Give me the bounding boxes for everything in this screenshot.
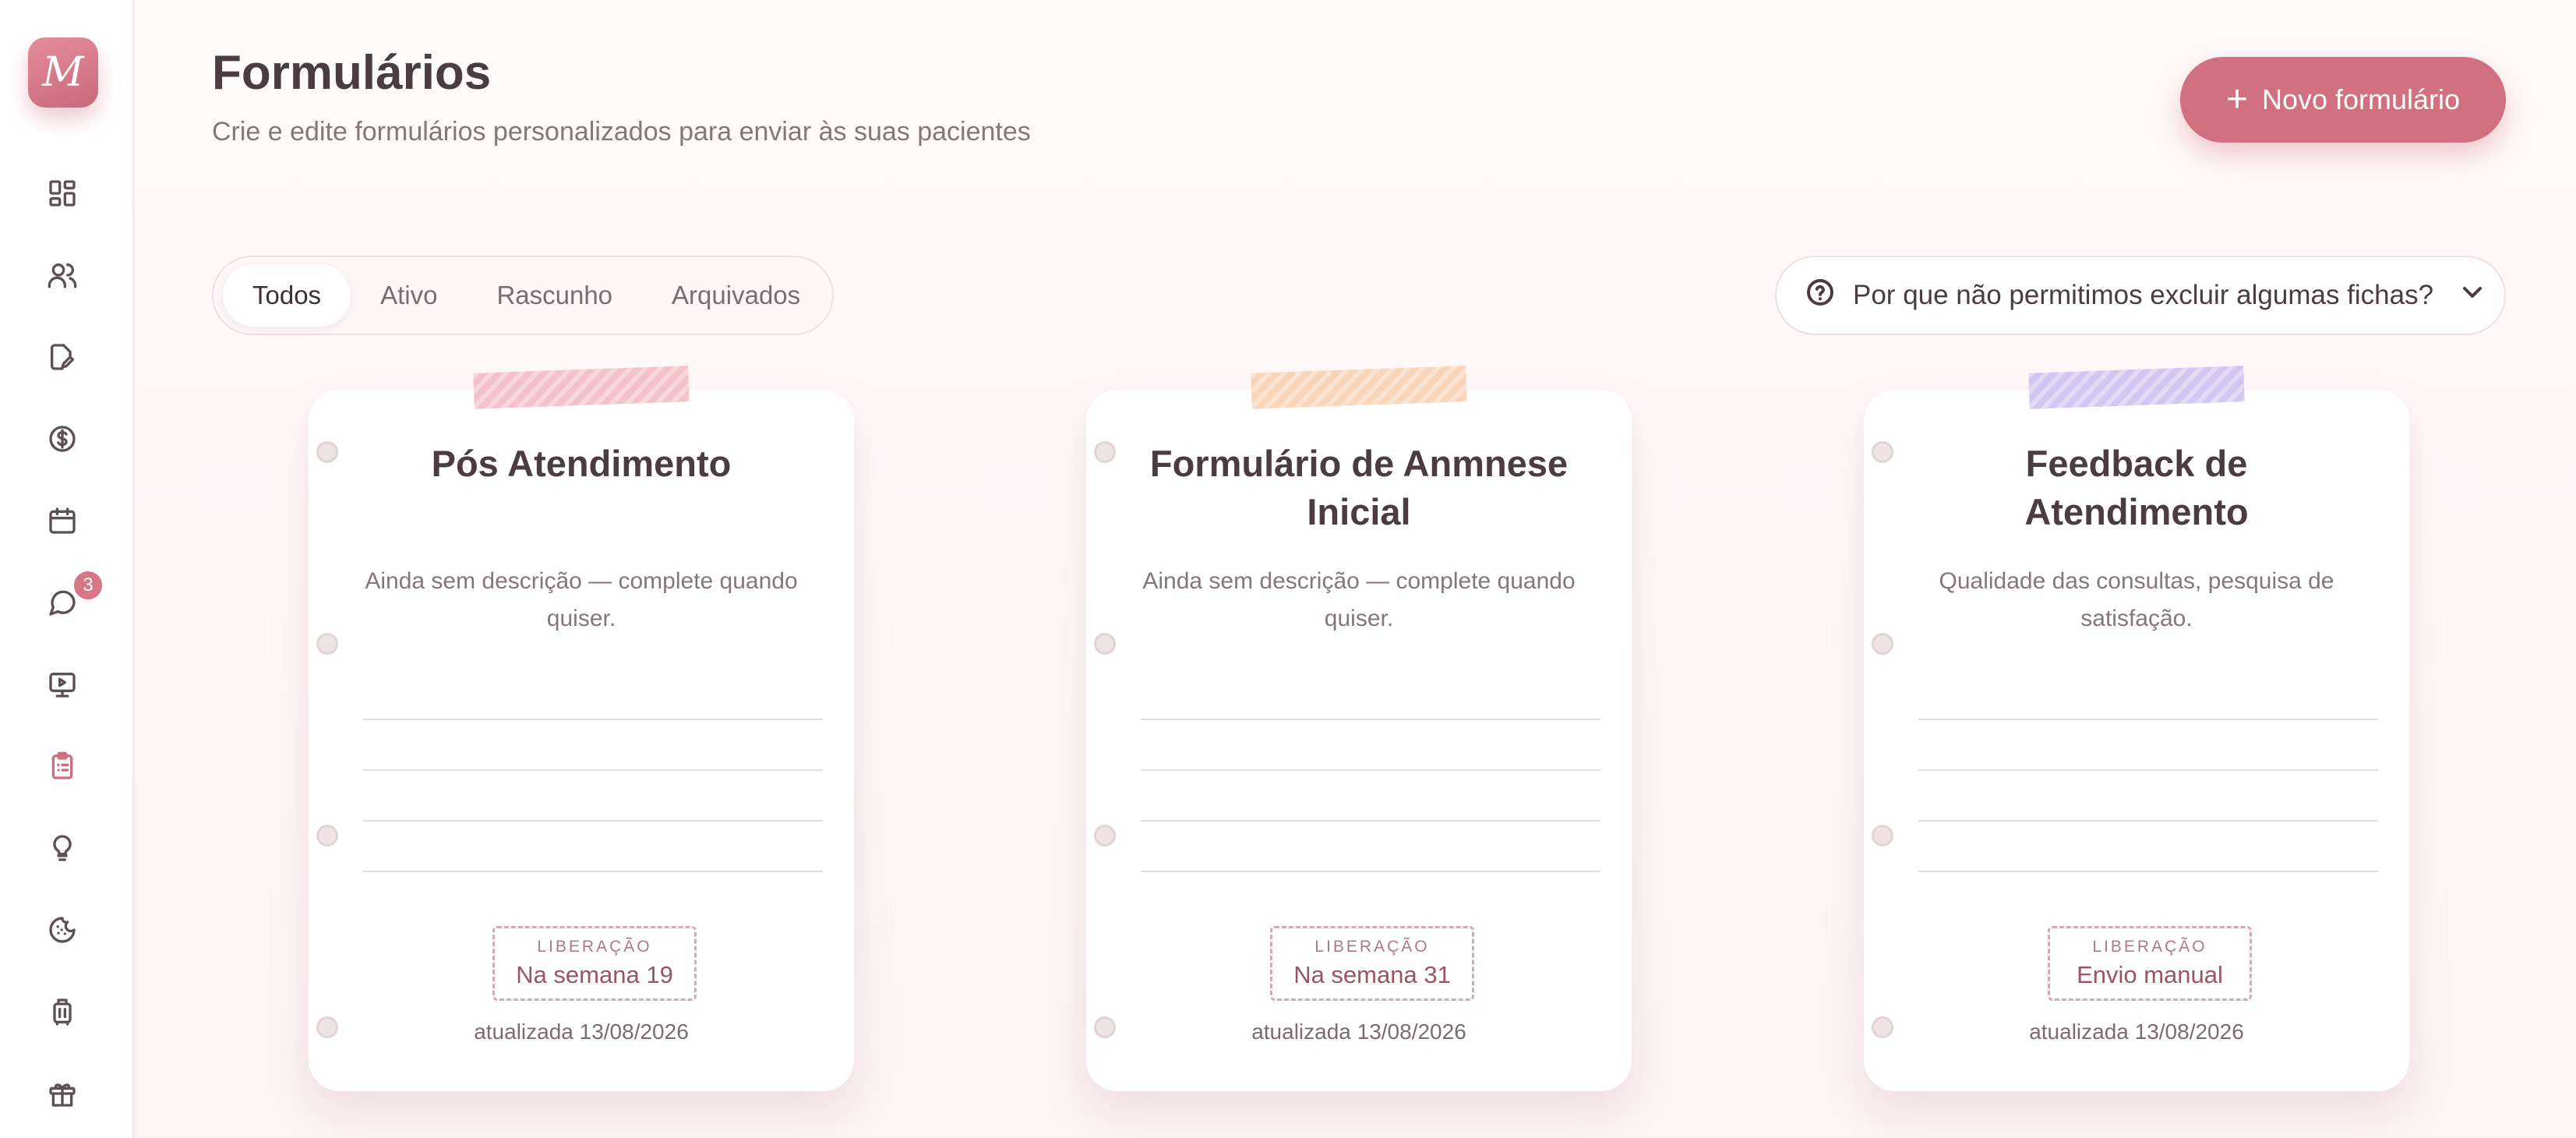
card-updated: atualizada 13/08/2026: [2029, 1020, 2244, 1044]
note-line: [363, 820, 823, 822]
binder-hole: [1094, 441, 1116, 463]
note-line: [1918, 769, 2378, 771]
note-line: [363, 871, 823, 872]
card-tape: [2028, 366, 2245, 409]
note-line: [1918, 871, 2378, 872]
note-line: [1918, 820, 2378, 822]
video-presentation-icon[interactable]: [44, 666, 81, 703]
form-card[interactable]: Formulário de Anmnese Inicial Ainda sem …: [1086, 366, 1632, 1091]
form-card[interactable]: Pós Atendimento Ainda sem descrição — co…: [309, 366, 854, 1091]
release-label: LIBERAÇÃO: [537, 938, 652, 956]
help-dropdown[interactable]: Por que não permitimos excluir algumas f…: [1775, 256, 2506, 335]
note-line: [1141, 719, 1600, 720]
new-form-label: Novo formulário: [2261, 83, 2461, 115]
release-label: LIBERAÇÃO: [1314, 938, 1430, 956]
tab-todos[interactable]: Todos: [223, 264, 351, 327]
note-line: [1141, 820, 1600, 822]
card-description: Qualidade das consultas, pesquisa de sat…: [1939, 568, 2334, 631]
release-value: Na semana 31: [1293, 961, 1451, 988]
release-stamp: LIBERAÇÃO Na semana 19: [492, 926, 697, 1001]
calendar-icon[interactable]: [44, 502, 81, 539]
tab-arquivados[interactable]: Arquivados: [642, 264, 830, 327]
document-edit-icon[interactable]: [44, 338, 81, 376]
release-value: Na semana 19: [516, 961, 673, 988]
note-line: [1141, 871, 1600, 872]
tab-ativo[interactable]: Ativo: [351, 264, 467, 327]
lightbulb-icon[interactable]: [44, 829, 81, 867]
clipboard-list-icon[interactable]: [44, 747, 81, 785]
dollar-icon[interactable]: [44, 420, 81, 458]
form-card[interactable]: Feedback de Atendimento Qualidade das co…: [1864, 366, 2409, 1091]
binder-hole: [1094, 825, 1116, 846]
card-description: Ainda sem descrição — complete quando qu…: [1142, 568, 1576, 631]
binder-hole: [316, 633, 338, 655]
gift-icon[interactable]: [44, 1075, 81, 1112]
card-title: Pós Atendimento: [431, 443, 732, 484]
binder-hole: [1872, 825, 1893, 846]
tab-rascunho[interactable]: Rascunho: [467, 264, 642, 327]
dashboard-icon[interactable]: [44, 175, 81, 212]
plus-icon: +: [2225, 79, 2248, 120]
filter-tabs: Todos Ativo Rascunho Arquivados: [212, 256, 834, 335]
logo-letter: M: [42, 49, 84, 96]
note-line: [363, 769, 823, 771]
release-stamp: LIBERAÇÃO Envio manual: [2048, 926, 2252, 1001]
card-description: Ainda sem descrição — complete quando qu…: [365, 568, 798, 631]
help-label: Por que não permitimos excluir algumas f…: [1853, 280, 2434, 310]
card-tape: [1251, 366, 1467, 409]
binder-hole: [316, 441, 338, 463]
sidebar: M 3: [0, 0, 134, 1138]
release-label: LIBERAÇÃO: [2092, 938, 2207, 956]
page-subtitle: Crie e edite formulários personalizados …: [212, 117, 1031, 147]
note-line: [1918, 719, 2378, 720]
users-icon[interactable]: [44, 256, 81, 294]
card-updated: atualizada 13/08/2026: [474, 1020, 689, 1044]
question-circle-icon: [1805, 277, 1836, 315]
card-title: Formulário de Anmnese Inicial: [1149, 443, 1569, 532]
chevron-down-icon: [2457, 277, 2488, 315]
release-value: Envio manual: [2077, 961, 2223, 988]
note-line: [1141, 769, 1600, 771]
binder-hole: [1094, 633, 1116, 655]
card-title: Feedback de Atendimento: [2024, 443, 2249, 532]
unread-badge: 3: [72, 569, 104, 602]
binder-hole: [316, 825, 338, 846]
card-tape: [473, 366, 690, 409]
app-logo[interactable]: M: [28, 37, 98, 108]
luggage-icon[interactable]: [44, 993, 81, 1030]
card-updated: atualizada 13/08/2026: [1251, 1020, 1466, 1044]
binder-hole: [1872, 441, 1893, 463]
new-form-button[interactable]: + Novo formulário: [2180, 57, 2506, 143]
page-title: Formulários: [212, 46, 492, 100]
release-stamp: LIBERAÇÃO Na semana 31: [1270, 926, 1474, 1001]
note-line: [363, 719, 823, 720]
binder-hole: [1872, 633, 1893, 655]
cookie-icon[interactable]: [44, 911, 81, 949]
